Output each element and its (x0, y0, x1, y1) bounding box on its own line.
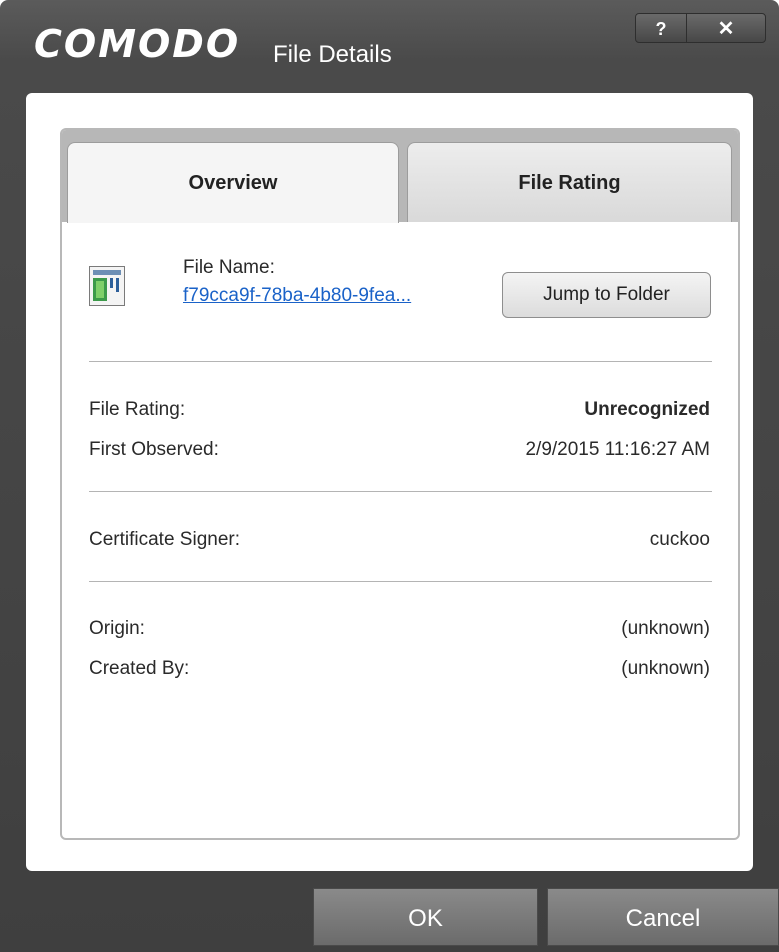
file-rating-value: Unrecognized (584, 399, 710, 420)
title-bar[interactable]: COMODO File Details ? ✕ (0, 0, 779, 92)
dialog-content: Overview File Rating File Name: f79cca9f… (26, 93, 753, 871)
file-details-window: COMODO File Details ? ✕ Overview File Ra… (0, 0, 779, 952)
certificate-signer-value: cuckoo (649, 529, 710, 550)
created-by-label: Created By: (89, 658, 190, 679)
divider (89, 491, 712, 492)
tab-strip: Overview File Rating (62, 130, 738, 223)
certificate-signer-label: Certificate Signer: (89, 529, 241, 550)
tab-file-rating[interactable]: File Rating (407, 142, 732, 222)
file-icon (89, 266, 125, 306)
tab-overview[interactable]: Overview (67, 142, 399, 223)
comodo-logo: COMODO (34, 22, 241, 66)
close-button[interactable]: ✕ (686, 13, 766, 43)
jump-to-folder-button[interactable]: Jump to Folder (502, 272, 711, 318)
file-rating-label: File Rating: (89, 399, 186, 420)
created-by-value: (unknown) (621, 658, 710, 679)
divider (89, 581, 712, 582)
ok-button[interactable]: OK (313, 888, 538, 946)
file-name-label: File Name: (183, 257, 275, 278)
file-name-link[interactable]: f79cca9f-78ba-4b80-9fea... (183, 285, 411, 307)
origin-label: Origin: (89, 618, 145, 639)
divider (89, 361, 712, 362)
first-observed-label: First Observed: (89, 439, 219, 460)
origin-value: (unknown) (621, 618, 710, 639)
help-button[interactable]: ? (635, 13, 687, 43)
first-observed-value: 2/9/2015 11:16:27 AM (525, 439, 710, 460)
details-panel: Overview File Rating File Name: f79cca9f… (60, 128, 740, 840)
cancel-button[interactable]: Cancel (547, 888, 779, 946)
window-title: File Details (273, 41, 392, 68)
